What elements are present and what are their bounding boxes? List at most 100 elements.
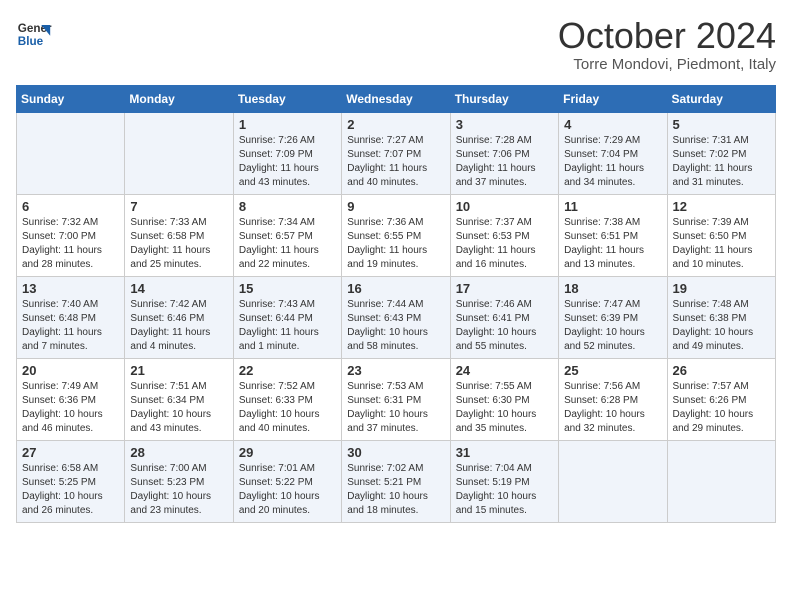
day-info: Sunrise: 7:51 AMSunset: 6:34 PMDaylight:… (130, 380, 227, 436)
day-number: 11 (564, 199, 661, 214)
week-row-4: 20Sunrise: 7:49 AMSunset: 6:36 PMDayligh… (17, 358, 776, 440)
day-number: 2 (347, 117, 444, 132)
day-cell: 13Sunrise: 7:40 AMSunset: 6:48 PMDayligh… (17, 276, 125, 358)
day-cell: 2 Sunrise: 7:27 AMSunset: 7:07 PMDaylight… (342, 112, 450, 194)
day-number: 22 (239, 363, 336, 378)
day-info: Sunrise: 7:34 AMSunset: 6:57 PMDaylight:… (239, 216, 336, 272)
day-number: 26 (673, 363, 770, 378)
day-cell: 9 Sunrise: 7:36 AMSunset: 6:55 PMDaylight… (342, 194, 450, 276)
day-cell: 5 Sunrise: 7:31 AMSunset: 7:02 PMDaylight… (667, 112, 775, 194)
week-row-3: 13Sunrise: 7:40 AMSunset: 6:48 PMDayligh… (17, 276, 776, 358)
title-block: October 2024 Torre Mondovi, Piedmont, It… (558, 16, 776, 73)
day-info: Sunrise: 7:57 AMSunset: 6:26 PMDaylight:… (673, 380, 770, 436)
day-cell: 23 Sunrise: 7:53 AMSunset: 6:31 PMDayligh… (342, 358, 450, 440)
day-info: Sunrise: 7:47 AMSunset: 6:39 PMDaylight:… (564, 298, 661, 354)
day-info: Sunrise: 7:42 AMSunset: 6:46 PMDaylight:… (130, 298, 227, 354)
day-info: Sunrise: 7:53 AMSunset: 6:31 PMDaylight:… (347, 380, 444, 436)
day-cell (667, 440, 775, 522)
day-cell: 18 Sunrise: 7:47 AMSunset: 6:39 PMDayligh… (559, 276, 667, 358)
day-cell: 8 Sunrise: 7:34 AMSunset: 6:57 PMDaylight… (233, 194, 341, 276)
day-number: 5 (673, 117, 770, 132)
day-number: 23 (347, 363, 444, 378)
header-cell-wednesday: Wednesday (342, 85, 450, 112)
day-number: 24 (456, 363, 553, 378)
logo-icon: General Blue (16, 16, 52, 52)
day-number: 29 (239, 445, 336, 460)
day-number: 14 (130, 281, 227, 296)
day-cell: 1 Sunrise: 7:26 AMSunset: 7:09 PMDaylight… (233, 112, 341, 194)
day-cell: 16Sunrise: 7:44 AMSunset: 6:43 PMDayligh… (342, 276, 450, 358)
day-info: Sunrise: 7:00 AMSunset: 5:23 PMDaylight:… (130, 462, 227, 518)
day-number: 10 (456, 199, 553, 214)
day-number: 31 (456, 445, 553, 460)
day-info: Sunrise: 7:29 AMSunset: 7:04 PMDaylight:… (564, 134, 661, 190)
week-row-1: 1 Sunrise: 7:26 AMSunset: 7:09 PMDaylight… (17, 112, 776, 194)
header-cell-saturday: Saturday (667, 85, 775, 112)
header-cell-sunday: Sunday (17, 85, 125, 112)
day-number: 7 (130, 199, 227, 214)
day-cell: 10 Sunrise: 7:37 AMSunset: 6:53 PMDayligh… (450, 194, 558, 276)
day-info: Sunrise: 7:39 AMSunset: 6:50 PMDaylight:… (673, 216, 770, 272)
day-info: Sunrise: 7:04 AMSunset: 5:19 PMDaylight:… (456, 462, 553, 518)
page-header: General Blue October 2024 Torre Mondovi,… (16, 16, 776, 73)
day-info: Sunrise: 7:27 AMSunset: 7:07 PMDaylight:… (347, 134, 444, 190)
header-cell-friday: Friday (559, 85, 667, 112)
day-info: Sunrise: 7:26 AMSunset: 7:09 PMDaylight:… (239, 134, 336, 190)
day-number: 18 (564, 281, 661, 296)
day-info: Sunrise: 7:46 AMSunset: 6:41 PMDaylight:… (456, 298, 553, 354)
day-cell (17, 112, 125, 194)
day-cell (559, 440, 667, 522)
day-number: 13 (22, 281, 119, 296)
day-cell: 12Sunrise: 7:39 AMSunset: 6:50 PMDayligh… (667, 194, 775, 276)
day-info: Sunrise: 7:37 AMSunset: 6:53 PMDaylight:… (456, 216, 553, 272)
header-cell-tuesday: Tuesday (233, 85, 341, 112)
day-cell: 27Sunrise: 6:58 AMSunset: 5:25 PMDayligh… (17, 440, 125, 522)
day-cell: 11 Sunrise: 7:38 AMSunset: 6:51 PMDayligh… (559, 194, 667, 276)
day-number: 6 (22, 199, 119, 214)
day-info: Sunrise: 7:28 AMSunset: 7:06 PMDaylight:… (456, 134, 553, 190)
day-number: 4 (564, 117, 661, 132)
day-info: Sunrise: 7:32 AMSunset: 7:00 PMDaylight:… (22, 216, 119, 272)
logo: General Blue (16, 16, 52, 52)
week-row-5: 27Sunrise: 6:58 AMSunset: 5:25 PMDayligh… (17, 440, 776, 522)
day-info: Sunrise: 7:38 AMSunset: 6:51 PMDaylight:… (564, 216, 661, 272)
day-cell: 6 Sunrise: 7:32 AMSunset: 7:00 PMDaylight… (17, 194, 125, 276)
header-cell-monday: Monday (125, 85, 233, 112)
day-cell: 3 Sunrise: 7:28 AMSunset: 7:06 PMDaylight… (450, 112, 558, 194)
day-number: 27 (22, 445, 119, 460)
week-row-2: 6 Sunrise: 7:32 AMSunset: 7:00 PMDaylight… (17, 194, 776, 276)
day-cell: 30Sunrise: 7:02 AMSunset: 5:21 PMDayligh… (342, 440, 450, 522)
day-cell: 17 Sunrise: 7:46 AMSunset: 6:41 PMDayligh… (450, 276, 558, 358)
calendar-subtitle: Torre Mondovi, Piedmont, Italy (558, 56, 776, 73)
calendar-title: October 2024 (558, 16, 776, 56)
day-number: 19 (673, 281, 770, 296)
day-info: Sunrise: 7:52 AMSunset: 6:33 PMDaylight:… (239, 380, 336, 436)
calendar-table: SundayMondayTuesdayWednesdayThursdayFrid… (16, 85, 776, 523)
day-info: Sunrise: 7:36 AMSunset: 6:55 PMDaylight:… (347, 216, 444, 272)
header-cell-thursday: Thursday (450, 85, 558, 112)
day-number: 15 (239, 281, 336, 296)
day-number: 1 (239, 117, 336, 132)
day-cell: 29Sunrise: 7:01 AMSunset: 5:22 PMDayligh… (233, 440, 341, 522)
day-info: Sunrise: 7:43 AMSunset: 6:44 PMDaylight:… (239, 298, 336, 354)
day-cell: 7Sunrise: 7:33 AMSunset: 6:58 PMDaylight… (125, 194, 233, 276)
day-number: 28 (130, 445, 227, 460)
day-number: 9 (347, 199, 444, 214)
day-cell: 22 Sunrise: 7:52 AMSunset: 6:33 PMDayligh… (233, 358, 341, 440)
day-info: Sunrise: 7:56 AMSunset: 6:28 PMDaylight:… (564, 380, 661, 436)
day-cell: 31 Sunrise: 7:04 AMSunset: 5:19 PMDayligh… (450, 440, 558, 522)
day-info: Sunrise: 7:49 AMSunset: 6:36 PMDaylight:… (22, 380, 119, 436)
day-info: Sunrise: 7:31 AMSunset: 7:02 PMDaylight:… (673, 134, 770, 190)
day-number: 8 (239, 199, 336, 214)
day-cell (125, 112, 233, 194)
day-cell: 26 Sunrise: 7:57 AMSunset: 6:26 PMDayligh… (667, 358, 775, 440)
day-cell: 20Sunrise: 7:49 AMSunset: 6:36 PMDayligh… (17, 358, 125, 440)
day-number: 17 (456, 281, 553, 296)
day-number: 25 (564, 363, 661, 378)
day-cell: 4 Sunrise: 7:29 AMSunset: 7:04 PMDaylight… (559, 112, 667, 194)
header-row: SundayMondayTuesdayWednesdayThursdayFrid… (17, 85, 776, 112)
day-number: 21 (130, 363, 227, 378)
day-cell: 24Sunrise: 7:55 AMSunset: 6:30 PMDayligh… (450, 358, 558, 440)
day-cell: 28 Sunrise: 7:00 AMSunset: 5:23 PMDayligh… (125, 440, 233, 522)
day-number: 3 (456, 117, 553, 132)
